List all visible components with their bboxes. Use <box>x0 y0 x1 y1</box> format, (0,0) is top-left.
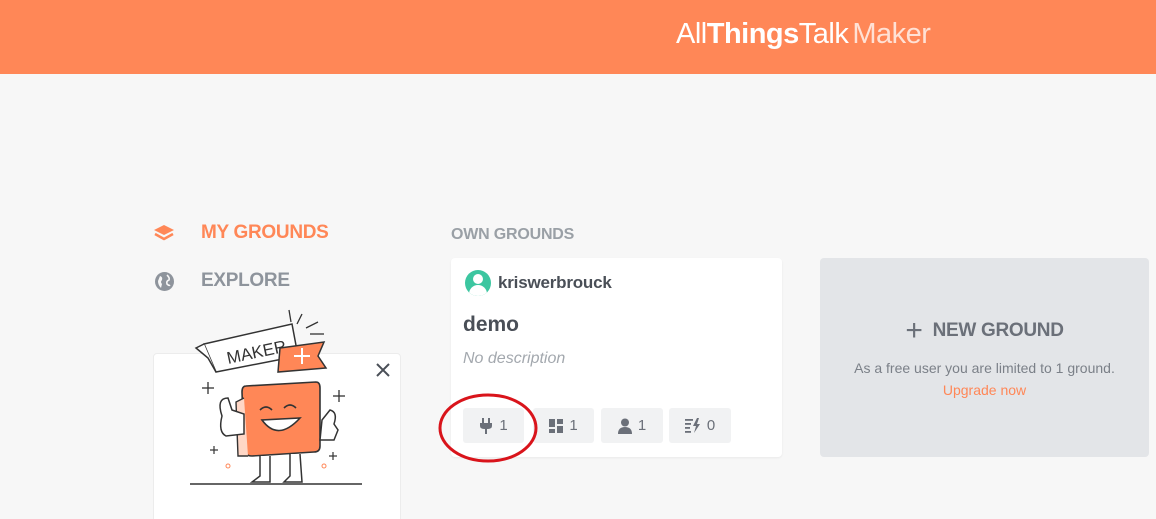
close-icon[interactable] <box>373 360 393 380</box>
logo-text-talk: Talk <box>798 18 849 50</box>
members-count-button[interactable]: 1 <box>601 408 663 443</box>
dashboard-icon <box>549 418 564 433</box>
nav-explore[interactable]: EXPLORE <box>153 270 290 292</box>
own-grounds-heading: OWN GROUNDS <box>451 226 575 243</box>
nav-my-grounds-label: MY GROUNDS <box>201 222 329 243</box>
free-user-limit-note: As a free user you are limited to 1 grou… <box>854 360 1115 376</box>
new-ground-button[interactable]: + NEW GROUND <box>820 314 1149 347</box>
rules-count: 0 <box>706 417 716 434</box>
rules-icon <box>684 418 700 433</box>
new-ground-panel: + NEW GROUND As a free user you are limi… <box>820 258 1149 457</box>
logo-text-things: Things <box>706 18 800 50</box>
logo-text-all: All <box>676 18 707 50</box>
pinboards-count: 1 <box>569 417 578 434</box>
top-bar: AllThingsTalk Maker <box>0 0 1156 74</box>
plus-icon: + <box>905 314 923 347</box>
pinboards-count-button[interactable]: 1 <box>533 408 594 443</box>
ground-description: No description <box>463 350 566 367</box>
nav-explore-label: EXPLORE <box>201 270 290 291</box>
new-ground-label: NEW GROUND <box>932 320 1064 341</box>
ground-owner: kriswerbrouck <box>465 270 612 296</box>
globe-icon <box>153 270 175 292</box>
nav-my-grounds[interactable]: MY GROUNDS <box>153 222 329 244</box>
owner-username: kriswerbrouck <box>498 273 612 292</box>
layers-icon <box>153 222 175 244</box>
red-circle-annotation <box>438 393 538 463</box>
members-count: 1 <box>637 417 647 434</box>
logo-text-maker: Maker <box>852 18 931 50</box>
upgrade-now-link[interactable]: Upgrade now <box>820 382 1149 398</box>
user-icon <box>617 418 632 434</box>
ground-name[interactable]: demo <box>463 313 519 337</box>
user-avatar-icon <box>465 270 491 296</box>
maker-mascot-illustration: MAKER <box>186 306 366 491</box>
app-logo[interactable]: AllThingsTalk Maker <box>676 18 931 51</box>
rules-count-button[interactable]: 0 <box>669 408 731 443</box>
